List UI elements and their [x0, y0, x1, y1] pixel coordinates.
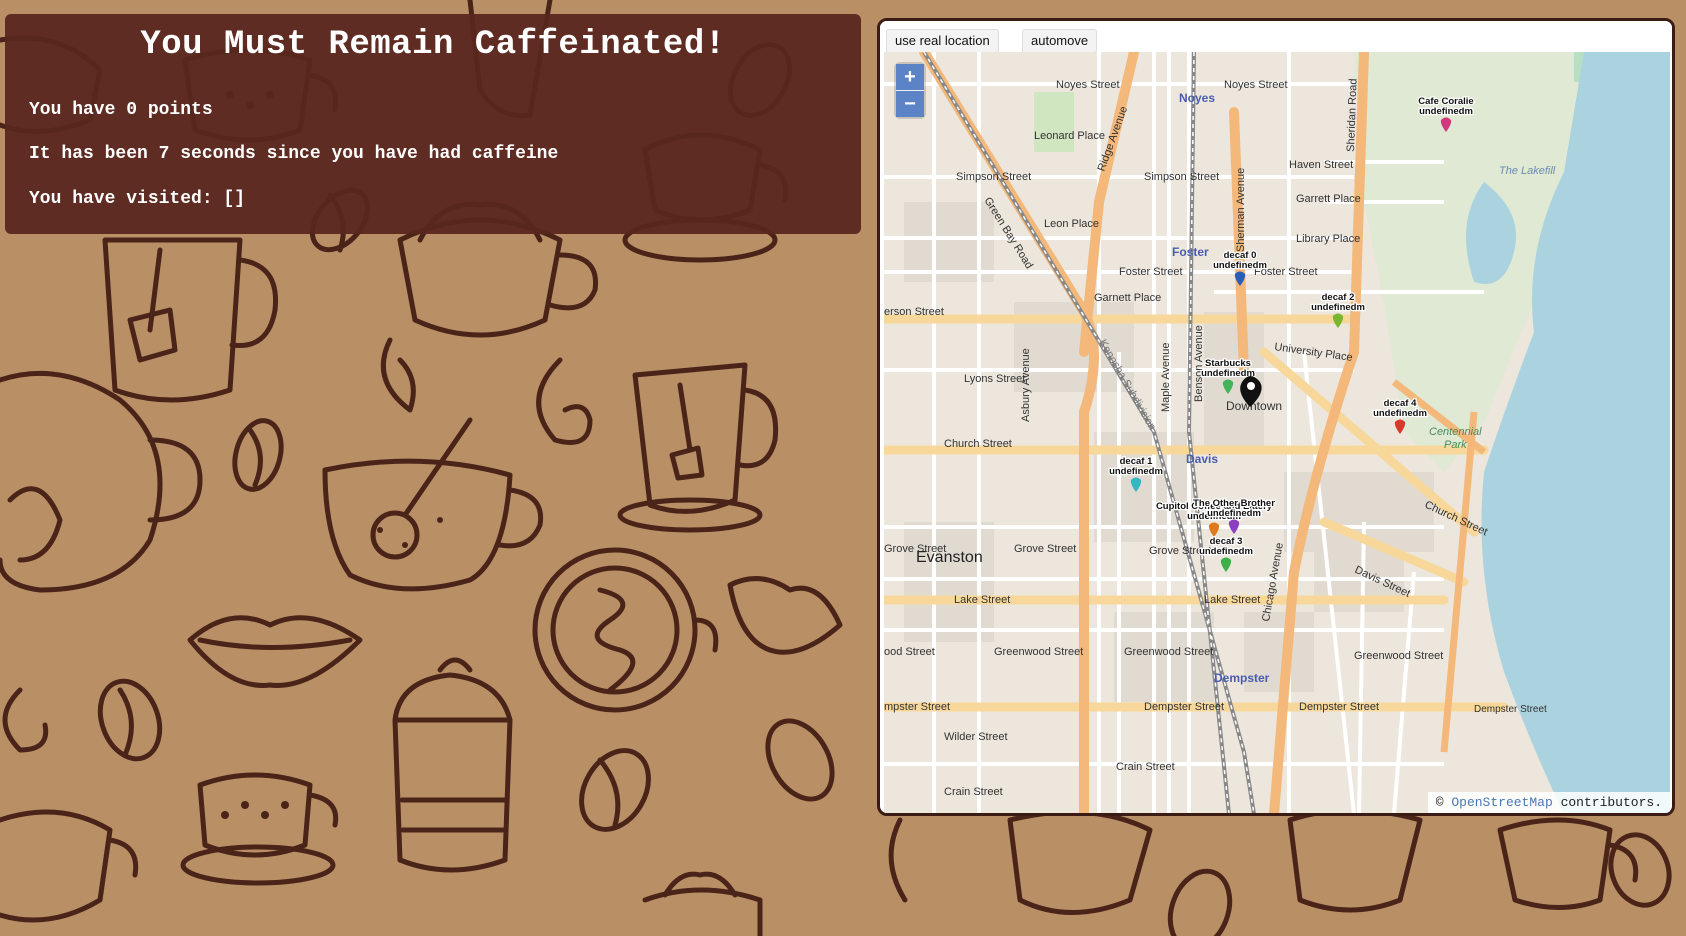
place-label: Foster [1172, 245, 1209, 259]
cafe-marker-label: undefinedm [1213, 260, 1267, 271]
cup-bottom-right-doodle [1007, 807, 1639, 915]
street-label: Library Place [1296, 233, 1360, 245]
street-label: Sheridan Road [1345, 78, 1360, 152]
street-label: Dempster Street [1144, 701, 1224, 713]
place-label-centennial-park: Centennial [1429, 426, 1482, 438]
street-label: Simpson Street [1144, 171, 1219, 183]
street-label: Lake Street [954, 594, 1010, 606]
place-label: Noyes [1179, 91, 1215, 105]
map-toolbar: use real location automove [880, 21, 1672, 53]
street-label: Garnett Place [1094, 292, 1161, 304]
street-label: Sherman Avenue [1235, 168, 1247, 252]
tea-mug-doodle [102, 237, 279, 403]
street-label: Crain Street [1116, 761, 1175, 773]
cafe-marker-label: undefinedm [1207, 508, 1261, 519]
street-label: Leonard Place [1034, 130, 1105, 142]
street-label: Greenwood Street [994, 646, 1083, 658]
street-label: Noyes Street [1224, 79, 1288, 91]
cup-bottom-left-doodle [0, 809, 139, 923]
street-label: Garrett Place [1296, 193, 1361, 205]
place-label-lakefill: The Lakefill [1499, 165, 1556, 177]
street-label: Lyons Street [964, 373, 1025, 385]
street-label: Greenwood Street [1124, 646, 1213, 658]
visited-list-text: You have visited: [] [29, 189, 246, 209]
automove-button[interactable]: automove [1022, 29, 1098, 53]
svg-text:Park: Park [1444, 439, 1467, 451]
street-label: Greenwood Street [1354, 650, 1443, 662]
map-attribution: © OpenStreetMap contributors. [1427, 792, 1670, 813]
place-label: Dempster [1214, 671, 1270, 685]
cafe-marker-label: undefinedm [1373, 408, 1427, 419]
place-label: Davis [1186, 452, 1218, 466]
street-label: erson Street [884, 306, 944, 318]
cafe-marker-label: undefinedm [1199, 546, 1253, 557]
cafe-marker-label: undefinedm [1419, 106, 1473, 117]
street-label: Benson Avenue [1193, 325, 1205, 402]
zoom-out-button[interactable]: − [896, 90, 924, 117]
openstreetmap-link[interactable]: OpenStreetMap [1451, 795, 1552, 810]
frappe-glass-doodle [392, 657, 513, 873]
street-label: Dempster Street [1474, 704, 1547, 715]
cafe-marker-label: undefinedm [1109, 466, 1163, 477]
street-label: Crain Street [944, 786, 1003, 798]
teapot-doodle [0, 370, 203, 593]
mug-heart-doodle [617, 362, 779, 533]
street-label: Wilder Street [944, 731, 1008, 743]
latte-art-doodle [532, 547, 719, 713]
street-label: Maple Avenue [1160, 342, 1172, 412]
map-tiles: Noyes Street Noyes Street Simpson Street… [884, 52, 1670, 813]
street-label: Leon Place [1044, 218, 1099, 230]
use-real-location-button[interactable]: use real location [886, 29, 999, 53]
street-label: Foster Street [1119, 266, 1183, 278]
zoom-control: + − [896, 64, 924, 117]
street-label: Dempster Street [1299, 701, 1379, 713]
street-label: ood Street [884, 646, 935, 658]
espresso-cup-doodle [180, 772, 339, 886]
cup-bottom-doodle [642, 871, 763, 936]
street-label: mpster Street [884, 701, 950, 713]
map-view[interactable]: Noyes Street Noyes Street Simpson Street… [884, 52, 1670, 813]
street-label: Noyes Street [1056, 79, 1120, 91]
street-label: Church Street [944, 438, 1012, 450]
lips-doodle-2 [727, 576, 843, 655]
street-label: Grove Street [1014, 543, 1076, 555]
glass-cup-doodle [322, 337, 544, 592]
street-label: Simpson Street [956, 171, 1031, 183]
place-label-evanston: Evanston [916, 549, 983, 566]
street-label: Haven Street [1289, 159, 1353, 171]
street-label: Asbury Avenue [1020, 348, 1032, 422]
game-title: You Must Remain Caffeinated! [140, 26, 726, 64]
cafe-marker-label: undefinedm [1311, 302, 1365, 313]
street-label: Lake Street [1204, 594, 1260, 606]
lips-doodle [187, 615, 363, 688]
status-panel: You Must Remain Caffeinated! You have 0 … [5, 14, 861, 234]
zoom-in-button[interactable]: + [896, 64, 924, 90]
caffeine-timer-text: It has been 7 seconds since you have had… [29, 144, 559, 164]
map-window: use real location automove Noyes Street … [877, 18, 1675, 816]
points-text: You have 0 points [29, 100, 213, 120]
